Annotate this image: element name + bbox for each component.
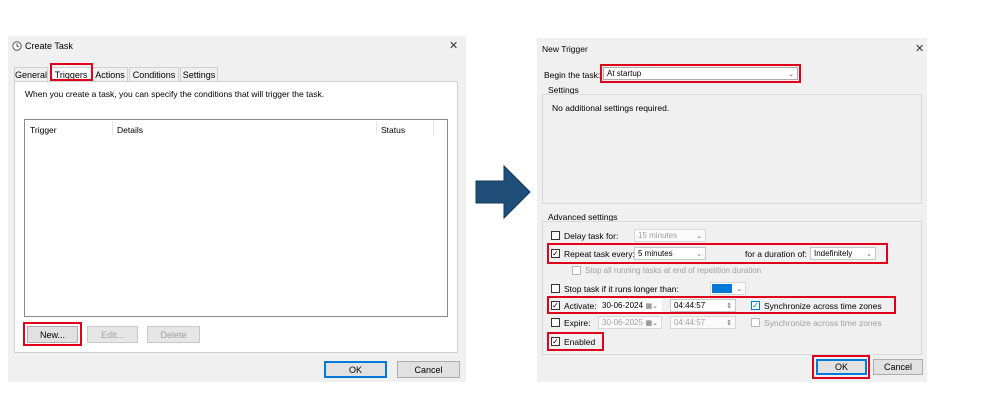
duration-label: for a duration of: — [745, 249, 807, 259]
column-divider — [376, 121, 377, 135]
sync-activate-label: Synchronize across time zones — [764, 301, 882, 311]
triggers-description: When you create a task, you can specify … — [25, 89, 325, 99]
stop-all-label: Stop all running tasks at end of repetit… — [585, 266, 762, 275]
stop-longer-checkbox[interactable] — [551, 284, 560, 293]
expire-time-field[interactable]: 04:44:57 ⇕ — [670, 316, 736, 329]
activate-date-picker[interactable]: 30-06-2024 ▦⌄ — [598, 299, 662, 312]
chevron-down-icon: ⌄ — [736, 285, 742, 293]
check-icon: ✓ — [552, 336, 559, 346]
clock-icon — [12, 41, 22, 51]
spinner-icon: ⇕ — [726, 302, 732, 310]
chevron-down-icon: ⌄ — [788, 70, 794, 78]
tab-conditions[interactable]: Conditions — [129, 67, 179, 81]
check-icon: ✓ — [752, 300, 759, 310]
delete-trigger-button[interactable]: Delete — [147, 326, 200, 343]
create-task-title: Create Task — [25, 41, 73, 51]
sync-expire-label: Synchronize across time zones — [764, 318, 882, 328]
repeat-label: Repeat task every: — [564, 249, 635, 259]
close-icon[interactable]: ✕ — [915, 42, 924, 55]
expire-date-picker[interactable]: 30-06-2025 ▦⌄ — [598, 316, 662, 329]
stop-longer-select[interactable]: ⌄ — [710, 282, 746, 295]
column-divider — [112, 121, 113, 135]
triggers-list[interactable] — [24, 119, 448, 317]
chevron-down-icon: ⌄ — [696, 250, 702, 258]
sync-expire-checkbox[interactable] — [751, 318, 760, 327]
close-icon[interactable]: ✕ — [449, 39, 458, 52]
tab-actions[interactable]: Actions — [92, 67, 128, 81]
calendar-icon: ▦⌄ — [645, 319, 658, 327]
expire-label: Expire: — [564, 318, 591, 328]
chevron-down-icon: ⌄ — [866, 250, 872, 258]
column-details[interactable]: Details — [117, 125, 143, 135]
chevron-down-icon: ⌄ — [696, 232, 702, 240]
tab-general[interactable]: General — [14, 67, 48, 81]
right-arrow-icon — [474, 163, 532, 221]
stop-longer-label: Stop task if it runs longer than: — [564, 284, 679, 294]
activate-label: Activate: — [564, 301, 597, 311]
column-trigger[interactable]: Trigger — [30, 125, 57, 135]
begin-task-label: Begin the task: — [544, 70, 601, 80]
settings-text: No additional settings required. — [552, 103, 670, 113]
duration-select[interactable]: Indefinitely ⌄ — [810, 247, 876, 260]
ok-button[interactable]: OK — [816, 359, 867, 375]
enabled-label: Enabled — [564, 337, 596, 347]
repeat-checkbox[interactable]: ✓ — [551, 249, 560, 258]
ok-button[interactable]: OK — [324, 361, 387, 378]
delay-label: Delay task for: — [564, 231, 619, 241]
new-trigger-button[interactable]: New... — [27, 326, 78, 343]
tab-settings[interactable]: Settings — [180, 67, 218, 81]
new-trigger-title: New Trigger — [542, 44, 588, 54]
edit-trigger-button[interactable]: Edit... — [87, 326, 138, 343]
cancel-button[interactable]: Cancel — [397, 361, 460, 378]
begin-task-select[interactable]: At startup ⌄ — [603, 67, 798, 80]
delay-select[interactable]: 15 minutes ⌄ — [634, 229, 706, 242]
expire-checkbox[interactable] — [551, 318, 560, 327]
enabled-checkbox[interactable]: ✓ — [551, 337, 560, 346]
column-divider — [433, 121, 434, 135]
cancel-button[interactable]: Cancel — [873, 359, 923, 375]
spinner-icon: ⇕ — [726, 319, 732, 327]
stop-all-checkbox[interactable] — [572, 266, 581, 275]
activate-time-field[interactable]: 04:44:57 ⇕ — [670, 299, 736, 312]
check-icon: ✓ — [552, 248, 559, 258]
calendar-icon: ▦⌄ — [645, 302, 658, 310]
delay-checkbox[interactable] — [551, 231, 560, 240]
selected-value-fill — [712, 284, 732, 293]
sync-activate-checkbox[interactable]: ✓ — [751, 301, 760, 310]
check-icon: ✓ — [552, 300, 559, 310]
tab-triggers[interactable]: Triggers — [50, 67, 92, 81]
column-status[interactable]: Status — [381, 125, 405, 135]
repeat-interval-select[interactable]: 5 minutes ⌄ — [634, 247, 706, 260]
activate-checkbox[interactable]: ✓ — [551, 301, 560, 310]
